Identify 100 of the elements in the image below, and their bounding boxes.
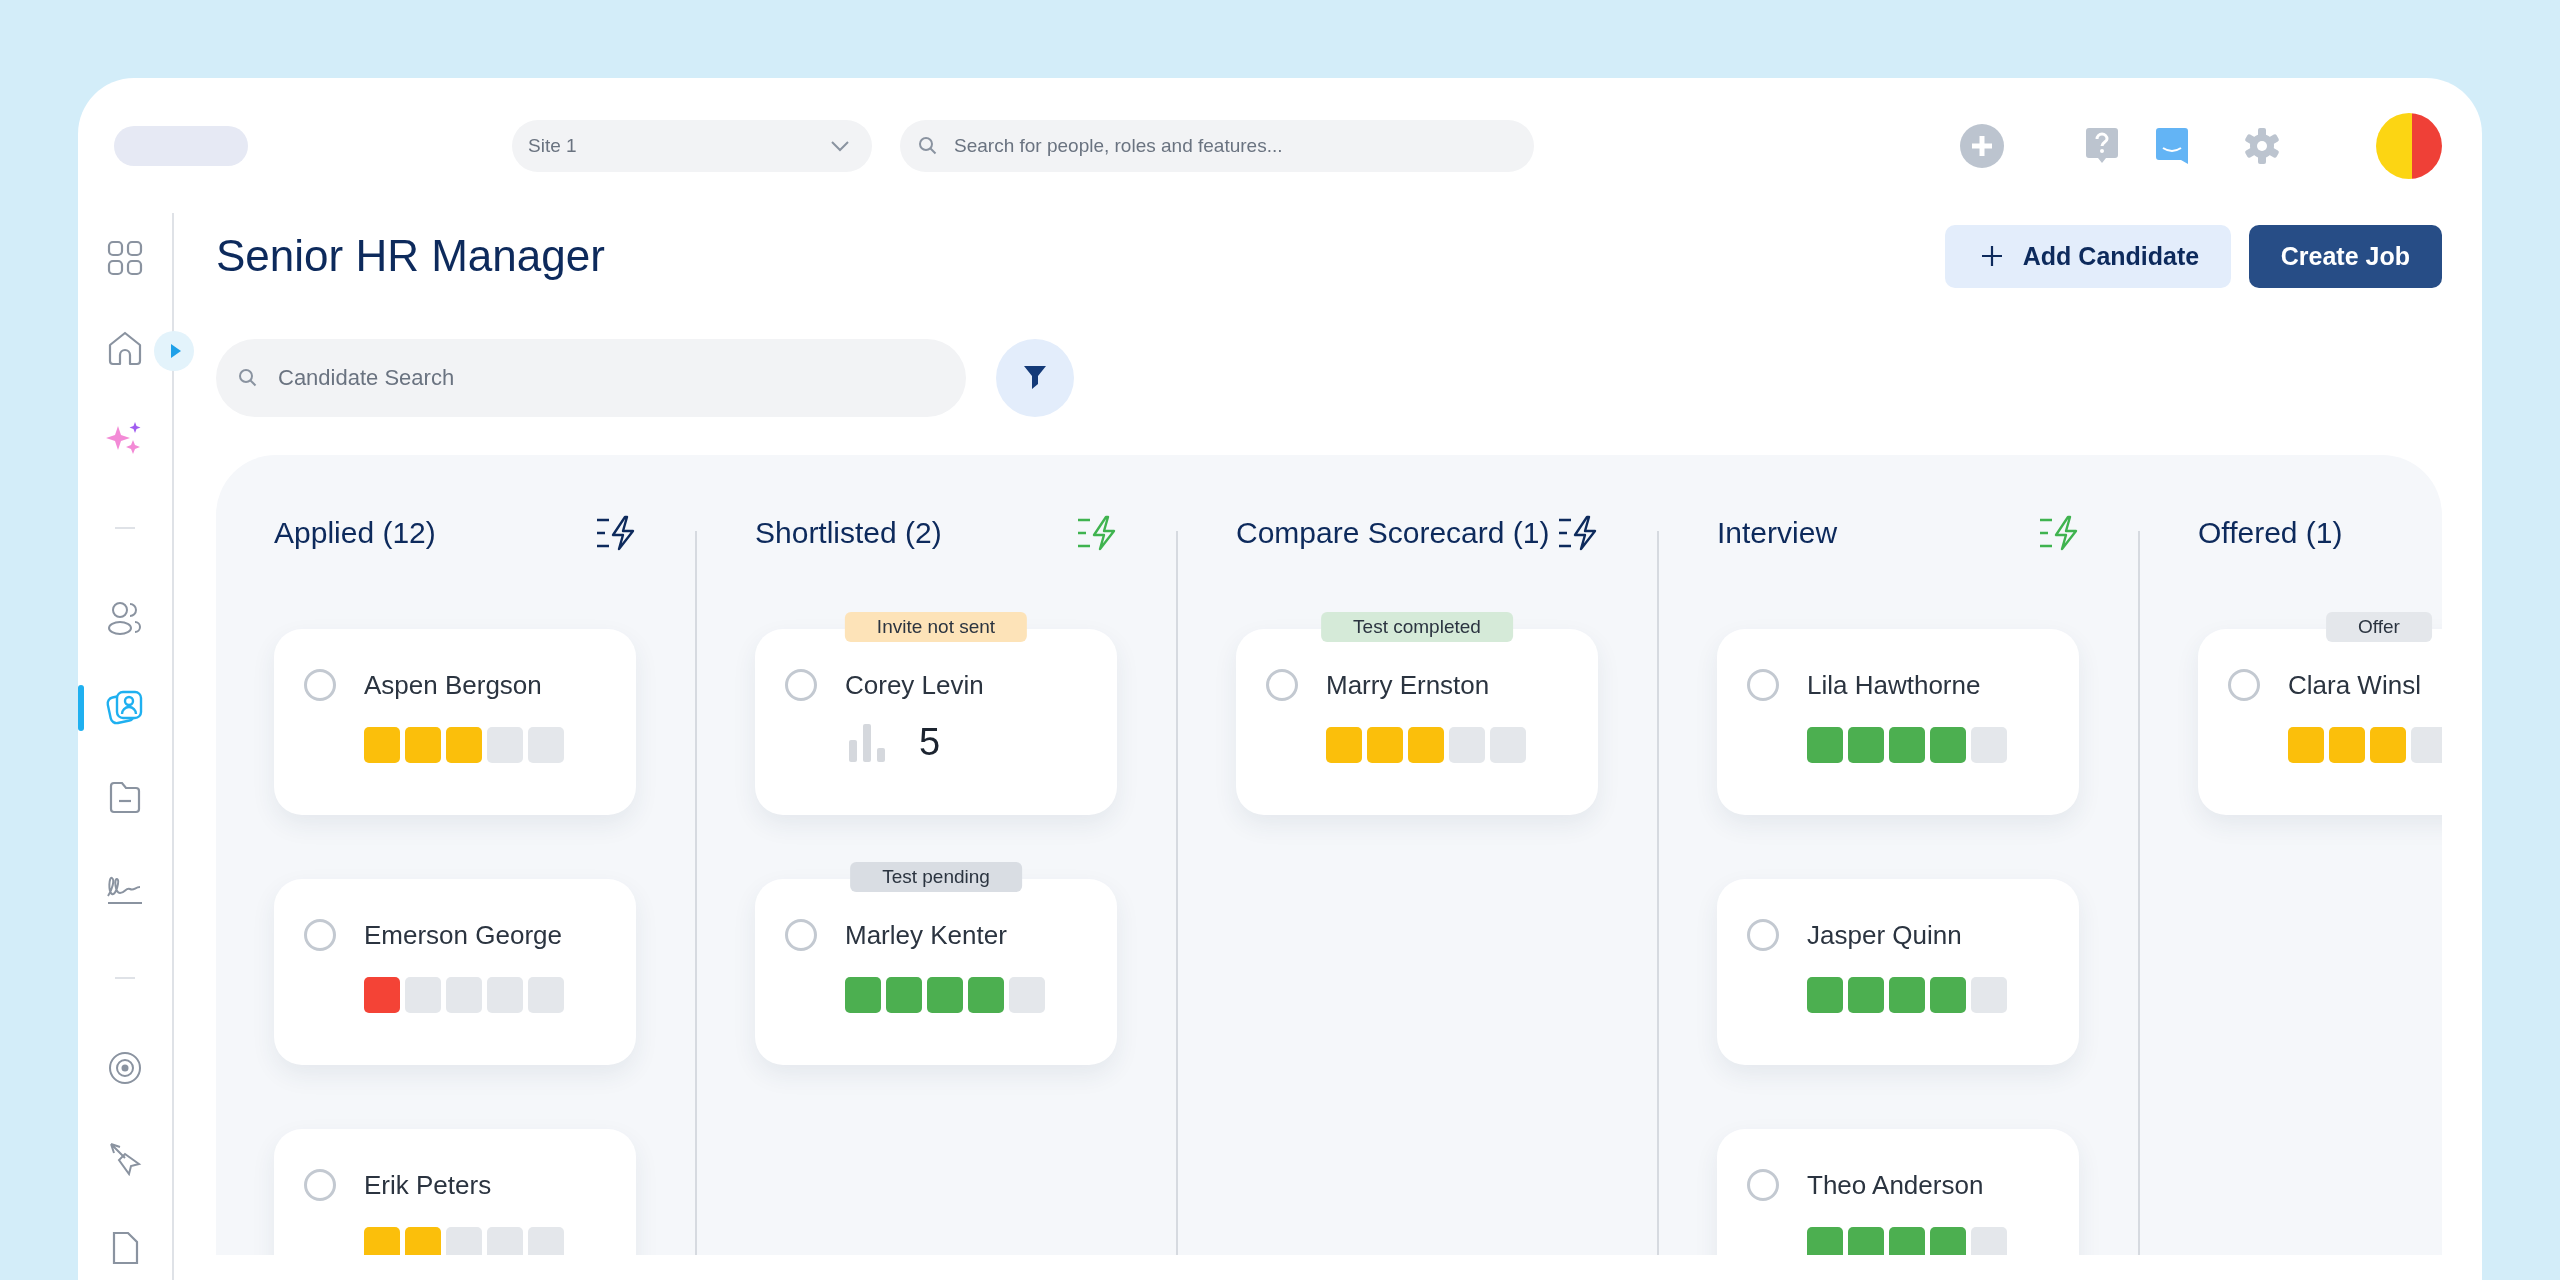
automation-bolt-icon[interactable] [595,515,637,551]
home-icon[interactable] [107,330,143,366]
page-title: Senior HR Manager [216,231,605,281]
select-radio[interactable] [1747,1169,1779,1201]
select-radio[interactable] [2228,669,2260,701]
search-field[interactable]: Search for people, roles and features... [900,119,1534,172]
add-candidate-button[interactable]: Add Candidate [1944,224,2231,288]
candidate-name: Lila Hawthorne [1807,669,1981,701]
add-icon[interactable] [1960,123,2004,168]
column-title: Interview [1717,516,1838,550]
candidate-name: Aspen Bergson [364,669,542,701]
rating-segment [364,977,400,1013]
candidate-name: Corey Levin [845,669,984,701]
rating-segment [1490,727,1526,763]
rating-segment [1807,1227,1843,1255]
candidate-name: Marley Kenter [845,919,1007,951]
status-tag: Invite not sent [844,612,1028,642]
rating-segment [1367,727,1403,763]
grid-icon[interactable] [107,240,143,276]
target-icon[interactable] [107,1050,143,1086]
rating-segment [1009,977,1045,1013]
rating-segment [487,1227,523,1255]
status-tag: Test pending [850,862,1022,892]
rating-segment [1848,977,1884,1013]
chat-icon[interactable] [2156,127,2188,164]
rating-segment [927,977,963,1013]
candidate-card[interactable]: Jasper Quinn [1717,879,2079,1065]
select-radio[interactable] [785,919,817,951]
rating-segment [1930,727,1966,763]
play-icon [170,343,182,359]
select-radio[interactable] [304,669,336,701]
settings-icon[interactable] [2244,127,2280,164]
select-radio[interactable] [1747,919,1779,951]
rating-segment [446,977,482,1013]
rating-segment [1848,1227,1884,1255]
select-radio[interactable] [785,669,817,701]
rating-segment [1971,727,2007,763]
select-radio[interactable] [1266,669,1298,701]
rating-segment [968,977,1004,1013]
filter-icon [1023,365,1047,391]
rating-segment [1889,977,1925,1013]
candidate-name: Emerson George [364,919,562,951]
search-icon [918,135,938,156]
chevron-down-icon [830,139,850,152]
rating-segment [1408,727,1444,763]
rating-segment [528,977,564,1013]
column-title: Compare Scorecard (1) [1236,516,1550,550]
candidate-name: Clara Winsl [2288,669,2421,701]
select-radio[interactable] [1747,669,1779,701]
expand-sidebar-button[interactable] [154,331,194,371]
candidate-card[interactable]: Erik Peters [274,1129,636,1255]
rating-segment [487,977,523,1013]
site-select[interactable]: Site 1 [512,119,872,172]
rating-segment [364,727,400,763]
active-indicator [78,685,84,731]
select-radio[interactable] [304,919,336,951]
candidate-card[interactable]: Lila Hawthorne [1717,629,2079,815]
rating-segment [405,727,441,763]
automation-bolt-icon[interactable] [1557,515,1599,551]
candidate-name: Erik Peters [364,1169,492,1201]
rating-segment [2411,727,2442,763]
rating-segment [1848,727,1884,763]
rating-segment [405,977,441,1013]
rating-segment [446,727,482,763]
rating-segment [1326,727,1362,763]
plus-icon [1980,245,2003,267]
rating-segment [364,1227,400,1255]
rating-segment [1807,727,1843,763]
rating-segment [2288,727,2324,763]
column-title: Applied (12) [274,516,436,550]
select-radio[interactable] [304,1169,336,1201]
rating-segment [528,1227,564,1255]
bar-chart-icon [849,723,887,762]
candidate-name: Theo Anderson [1807,1169,1984,1201]
rating-segment [1889,1227,1925,1255]
rating-segment [2370,727,2406,763]
candidate-card[interactable]: Emerson George [274,879,636,1065]
rating-segment [886,977,922,1013]
rating-segment [446,1227,482,1255]
candidate-search-field[interactable]: Candidate Search [216,339,966,417]
rating-segment [1971,977,2007,1013]
column-title: Offered (1) [2198,516,2343,550]
rating-segment [1889,727,1925,763]
help-icon[interactable] [2086,127,2118,164]
create-job-button[interactable]: Create Job [2248,224,2442,288]
status-tag: Offer [2326,612,2432,642]
rating-segment [1449,727,1485,763]
folder-icon[interactable] [107,780,143,816]
rating-segment [845,977,881,1013]
candidate-card[interactable]: Aspen Bergson [274,629,636,815]
status-tag: Test completed [1321,612,1513,642]
people-icon[interactable] [107,600,143,636]
candidate-name: Marry Ernston [1326,669,1490,701]
pointer-icon[interactable] [107,1140,143,1176]
rating-segment [1807,977,1843,1013]
rating-segment [487,727,523,763]
rating-segment [1971,1227,2007,1255]
column-title: Shortlisted (2) [755,516,942,550]
candidate-card[interactable]: Theo Anderson [1717,1129,2079,1255]
rating-segment [1930,977,1966,1013]
